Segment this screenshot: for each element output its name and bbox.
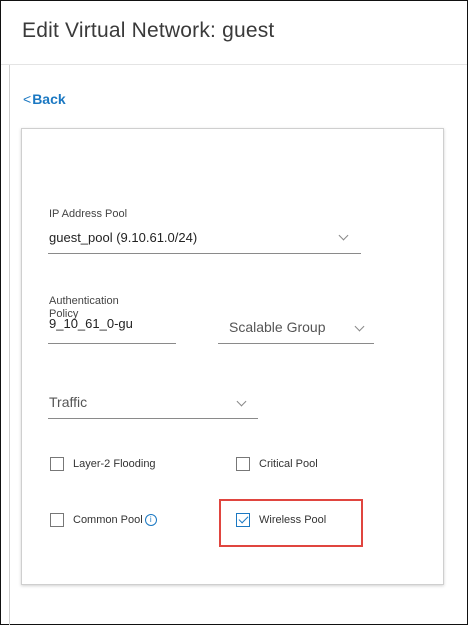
common-pool-label: Common Pool (73, 514, 143, 526)
traffic-underline (48, 418, 258, 419)
page-header: Edit Virtual Network: guest (1, 1, 467, 65)
ip-pool-label: IP Address Pool (49, 208, 128, 220)
ip-pool-underline (48, 253, 361, 254)
chevron-down-icon (354, 321, 365, 332)
layer2-flooding-option[interactable]: Layer-2 Flooding (50, 457, 156, 471)
back-label: Back (32, 91, 66, 107)
back-link[interactable]: < Back (23, 91, 66, 107)
auth-policy-underline (48, 343, 176, 344)
scalable-group-underline (218, 343, 374, 344)
left-divider (9, 65, 10, 625)
chevron-left-icon: < (23, 91, 32, 107)
wireless-pool-highlight-box (219, 499, 363, 547)
critical-pool-option[interactable]: Critical Pool (236, 457, 318, 471)
auth-policy-label-line1: Authentication (49, 295, 119, 307)
info-icon[interactable]: i (144, 514, 157, 526)
page-title: Edit Virtual Network: guest (22, 19, 275, 42)
traffic-placeholder: Traffic (49, 394, 88, 410)
critical-pool-label: Critical Pool (259, 458, 318, 470)
chevron-down-icon (236, 396, 247, 407)
chevron-down-icon (338, 230, 349, 241)
auth-policy-input[interactable]: 9_10_61_0-gu (49, 316, 174, 331)
layer2-flooding-label: Layer-2 Flooding (73, 458, 156, 470)
common-pool-option[interactable]: Common Pool i (50, 513, 157, 527)
critical-pool-checkbox[interactable] (236, 457, 250, 471)
ip-pool-value: guest_pool (9.10.61.0/24) (49, 230, 198, 245)
scalable-group-placeholder: Scalable Group (229, 319, 326, 335)
edit-virtual-network-window: Edit Virtual Network: guest < Back IP Ad… (0, 0, 468, 625)
common-pool-checkbox[interactable] (50, 513, 64, 527)
layer2-flooding-checkbox[interactable] (50, 457, 64, 471)
